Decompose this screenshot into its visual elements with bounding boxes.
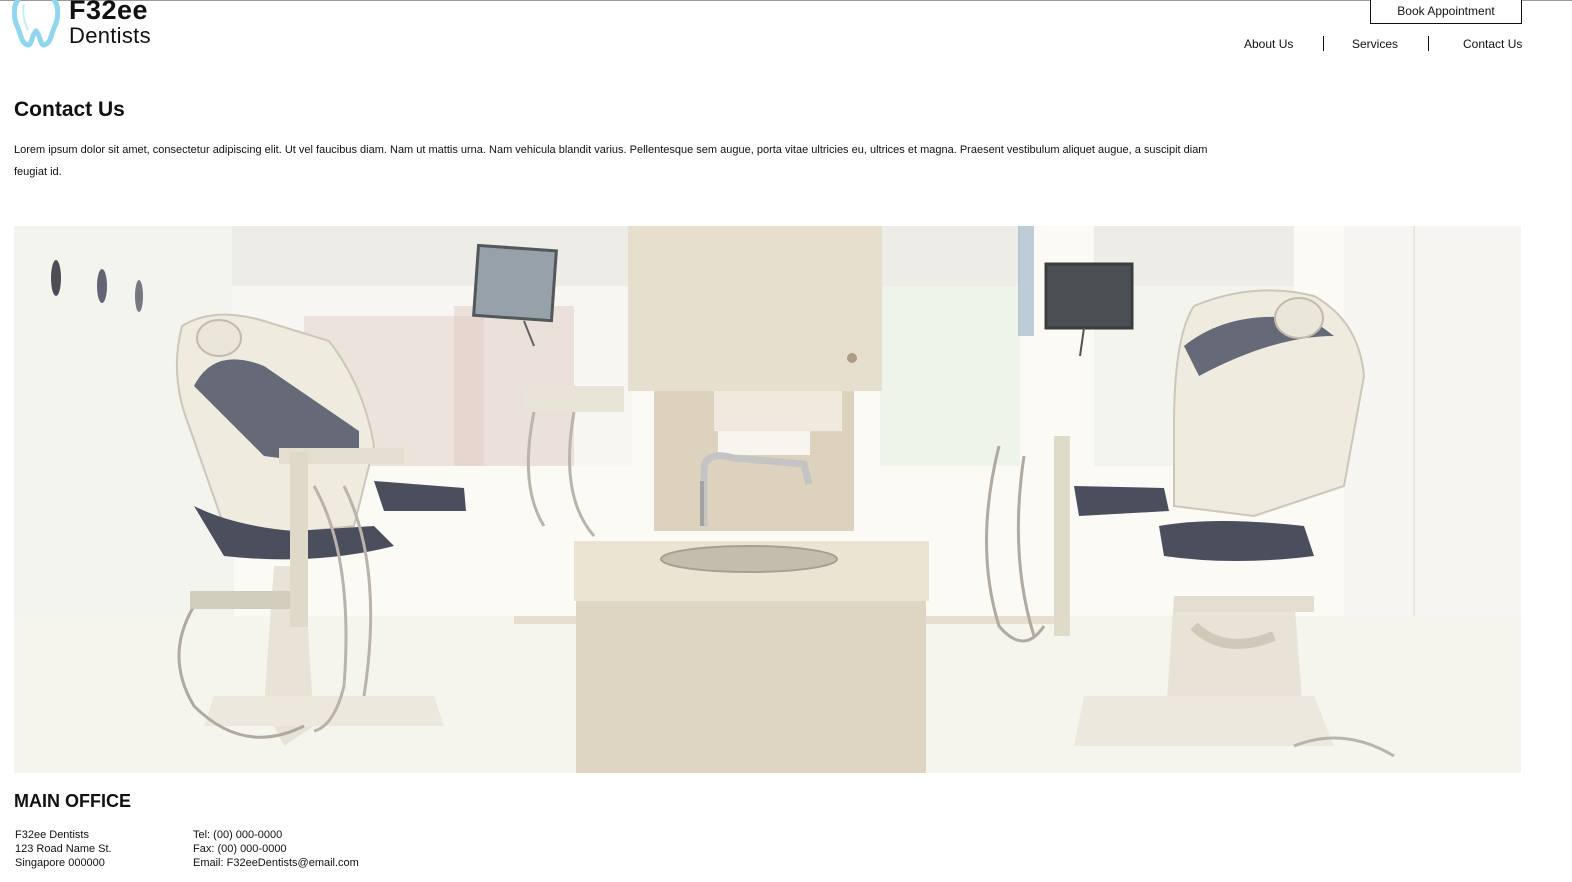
office-address: F32ee Dentists 123 Road Name St. Singapo… [15,828,112,870]
brand-subtitle: Dentists [69,23,151,48]
address-line: F32ee Dentists [15,829,89,841]
brand-name: F32ee [69,0,149,25]
nav-contact-us[interactable]: Contact Us [1463,36,1522,52]
nav-separator [1428,36,1429,51]
address-line: Singapore 000000 [15,857,105,869]
clinic-illustration [14,226,1521,773]
nav-services[interactable]: Services [1352,36,1398,52]
contact-tel: Tel: (00) 000-0000 [193,829,283,841]
site-logo[interactable]: F32ee Dentists [12,0,162,52]
contact-email[interactable]: Email: F32eeDentists@email.com [193,856,359,870]
page-title: Contact Us [14,98,125,121]
office-title: MAIN OFFICE [14,791,131,811]
nav-separator [1323,36,1324,51]
intro-paragraph: Lorem ipsum dolor sit amet, consectetur … [14,144,1208,178]
office-contact: Tel: (00) 000-0000 Fax: (00) 000-0000 Em… [193,828,359,870]
book-appointment-button[interactable]: Book Appointment [1370,0,1522,24]
nav-about-us[interactable]: About Us [1244,36,1293,52]
top-border [0,0,1572,1]
tooth-icon [12,0,60,48]
dental-clinic-photo [14,226,1521,773]
address-line: 123 Road Name St. [15,843,112,855]
contact-fax: Fax: (00) 000-0000 [193,843,287,855]
